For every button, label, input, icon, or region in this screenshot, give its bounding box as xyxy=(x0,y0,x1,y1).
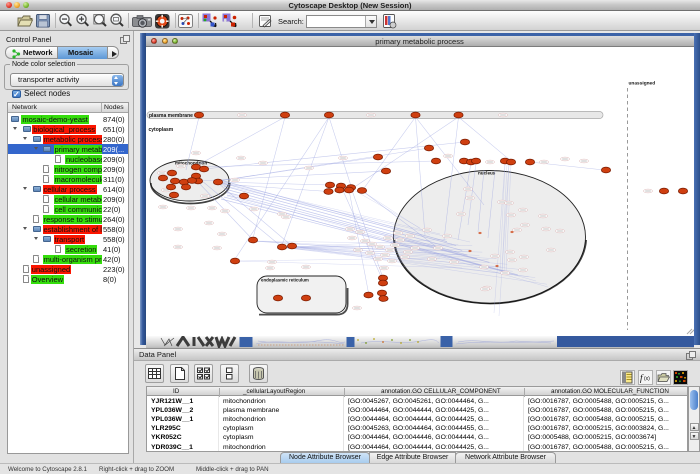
svg-text:plasma membrane: plasma membrane xyxy=(149,113,193,119)
svg-text:nucleus: nucleus xyxy=(478,171,496,176)
svg-text:unassigned: unassigned xyxy=(628,81,655,87)
svg-text:(x): (x) xyxy=(644,376,650,382)
svg-text:cytoplasm: cytoplasm xyxy=(148,127,173,133)
svg-text:endoplasmic reticulum: endoplasmic reticulum xyxy=(261,278,309,283)
